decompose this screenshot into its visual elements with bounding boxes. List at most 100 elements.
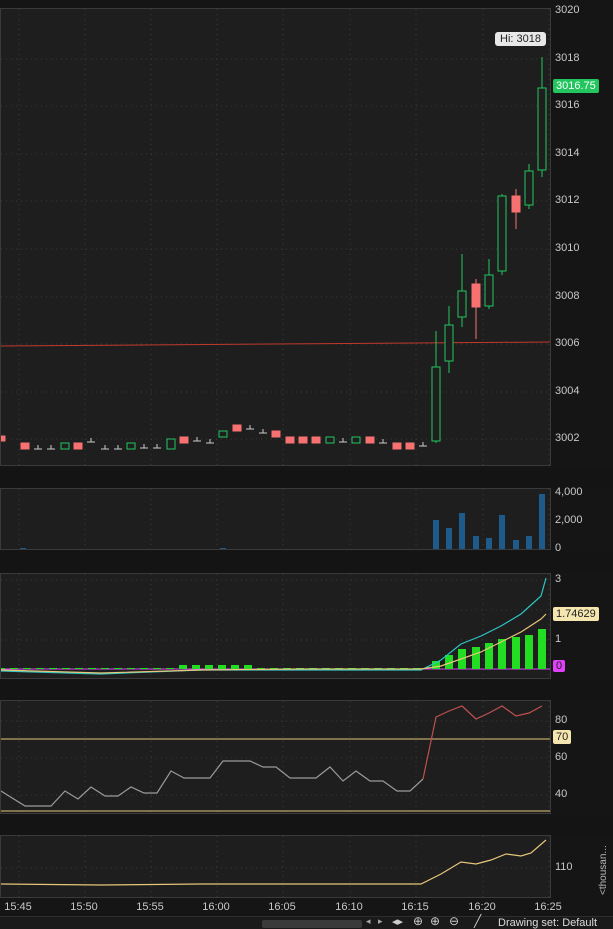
pencil-icon[interactable]: ╱ (474, 914, 481, 928)
macd-histogram-bar (166, 668, 174, 669)
axis-tick: 3002 (555, 432, 580, 444)
candle (60, 442, 70, 450)
axis-tick: 3004 (555, 385, 580, 397)
axis-tick: 1 (555, 633, 562, 645)
axis-tick: 3010 (555, 242, 580, 254)
axis-tick: 3018 (555, 52, 580, 64)
time-tick: 15:45 (4, 901, 32, 913)
macd-histogram-bar (244, 665, 252, 669)
candle (166, 438, 176, 450)
crosshair-icon[interactable]: ⊕ (413, 914, 423, 928)
bottom-toolbar: ◂ ▸ ◂▸ ⊕ ⊕ ⊖ ╱ Drawing set: Default (0, 914, 613, 929)
horizontal-scrollbar[interactable] (262, 920, 362, 928)
scroll-left-icon[interactable]: ◂ (366, 916, 371, 927)
axis-tick: 3014 (555, 147, 580, 159)
volume-bar (486, 538, 492, 549)
candle (218, 430, 228, 438)
price-axis: 3020 3018 3016 3014 3012 3010 3008 3006 3004 3002 (551, 4, 613, 466)
volume-bar (499, 515, 505, 549)
candle (484, 274, 494, 307)
time-tick: 16:05 (268, 901, 296, 913)
candle (497, 195, 507, 272)
candle (457, 290, 467, 318)
candle (405, 442, 415, 450)
macd-chart[interactable] (1, 574, 551, 679)
macd-histogram-bar (1, 668, 5, 669)
rsi-chart[interactable] (1, 701, 551, 814)
lower-side-label: <thousan... (598, 845, 609, 895)
candle (471, 283, 481, 308)
candle (524, 170, 534, 206)
macd-value-badge: 1.74629 (553, 607, 599, 621)
macd-histogram-bar (179, 665, 187, 669)
candle (232, 424, 242, 432)
rsi-level-badge: 70 (553, 730, 572, 744)
candle (365, 436, 375, 444)
zoom-out-icon[interactable]: ⊖ (449, 914, 459, 928)
macd-histogram-bar (10, 668, 18, 669)
candle (311, 436, 321, 444)
volume-bar (20, 548, 26, 549)
macd-histogram-bar (62, 668, 70, 669)
zoom-in-icon[interactable]: ⊕ (430, 914, 440, 928)
candle (392, 442, 402, 450)
price-pane[interactable] (0, 8, 551, 466)
macd-histogram-bar (205, 665, 213, 669)
expand-icon[interactable]: ◂▸ (392, 915, 403, 928)
time-tick: 16:10 (335, 901, 363, 913)
reference-line (1, 341, 550, 347)
axis-tick: 3008 (555, 290, 580, 302)
volume-axis: 4,000 2,000 0 (551, 486, 613, 554)
lower-indicator-line (1, 839, 547, 886)
candle (179, 436, 189, 444)
macd-histogram-bar (218, 665, 226, 669)
candle (73, 442, 83, 450)
macd-histogram-bar (101, 668, 109, 669)
candle (285, 436, 295, 444)
macd-histogram-bar (231, 665, 239, 669)
time-tick: 15:55 (136, 901, 164, 913)
candle (511, 195, 521, 213)
macd-pane[interactable] (0, 573, 551, 679)
macd-histogram-bar (114, 668, 122, 669)
axis-tick: 4,000 (555, 486, 583, 498)
axis-tick: 80 (555, 714, 568, 726)
volume-bar (513, 540, 519, 549)
volume-bar (220, 548, 226, 549)
candle (271, 430, 281, 438)
volume-bar (473, 536, 479, 549)
drawing-set-label[interactable]: Drawing set: Default (498, 917, 597, 929)
macd-histogram-bar (88, 668, 96, 669)
candle (325, 436, 335, 444)
volume-bar (539, 494, 545, 549)
candle (431, 366, 441, 442)
volume-bar (526, 536, 532, 549)
candle (1, 435, 6, 442)
price-chart[interactable] (1, 9, 551, 466)
volume-pane[interactable] (0, 488, 551, 550)
lower-pane[interactable] (0, 835, 551, 898)
axis-tick: 110 (555, 861, 573, 873)
volume-chart[interactable] (1, 489, 551, 550)
axis-tick: 3012 (555, 194, 580, 206)
rsi-line (1, 760, 424, 807)
high-badge: Hi: 3018 (495, 32, 546, 46)
lower-chart[interactable] (1, 836, 551, 898)
macd-histogram-bar (525, 635, 533, 669)
macd-histogram-bar (49, 668, 57, 669)
rsi-pane[interactable] (0, 700, 551, 814)
axis-tick: 3020 (555, 4, 580, 16)
candle (126, 442, 136, 450)
macd-histogram-bar (140, 668, 148, 669)
candle (20, 442, 30, 450)
axis-tick: 40 (555, 788, 568, 800)
last-price-badge: 3016.75 (553, 79, 599, 93)
axis-tick: 60 (555, 751, 568, 763)
axis-tick: 3006 (555, 337, 580, 349)
volume-bar (459, 513, 465, 549)
macd-histogram-bar (538, 629, 546, 669)
volume-bar (433, 520, 439, 549)
macd-histogram-bar (192, 665, 200, 669)
macd-histogram-bar (512, 637, 520, 669)
scroll-right-icon[interactable]: ▸ (378, 916, 383, 927)
